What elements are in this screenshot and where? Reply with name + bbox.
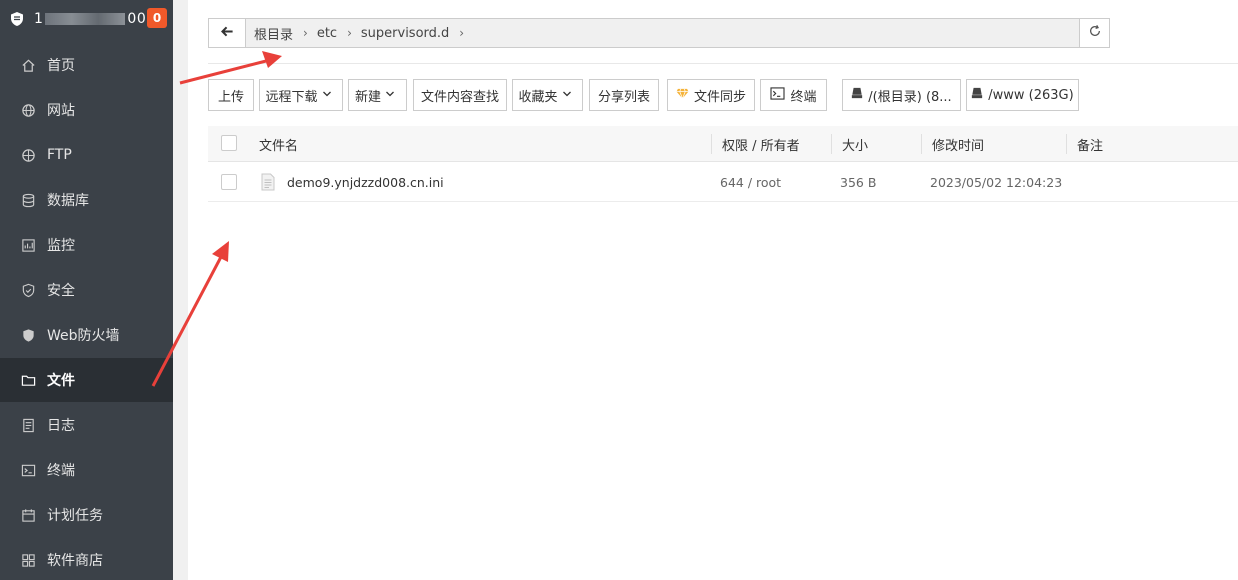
store-icon: [20, 552, 36, 568]
column-header-note[interactable]: 备注: [1077, 126, 1103, 162]
upload-button[interactable]: 上传: [208, 79, 254, 111]
disk-icon: [971, 87, 988, 103]
chevron-down-icon: [562, 88, 577, 103]
globe-icon: [20, 102, 36, 118]
sidebar-item-label: 首页: [47, 58, 75, 74]
redacted-ip: [45, 12, 126, 25]
log-icon: [20, 417, 36, 433]
sidebar-header: 1 00 0: [0, 0, 173, 37]
folder-icon: [20, 372, 36, 388]
sidebar-item-label: 文件: [47, 373, 75, 389]
firewall-icon: [20, 327, 36, 343]
sidebar-item-ftp[interactable]: FTP: [0, 133, 173, 177]
sidebar-item-label: 软件商店: [47, 553, 103, 569]
select-all-checkbox[interactable]: [221, 135, 237, 151]
table-header: 文件名 权限 / 所有者 大小 修改时间 备注: [208, 126, 1238, 162]
column-divider: [711, 134, 712, 154]
sidebar: 1 00 0 首页 网站 FTP 数据库 监控 安全 Web防火墙 文件 日志 终…: [0, 0, 173, 580]
sidebar-item-home[interactable]: 首页: [0, 43, 173, 87]
calendar-icon: [20, 507, 36, 523]
sidebar-item-files[interactable]: 文件: [0, 358, 173, 402]
sidebar-item-store[interactable]: 软件商店: [0, 538, 173, 580]
disk-icon: [851, 87, 868, 103]
column-divider: [831, 134, 832, 154]
file-manager-panel: 根目录 › etc › supervisord.d › 上传 远程下载 新建 文…: [188, 0, 1238, 580]
terminal-icon: [770, 86, 790, 104]
file-icon: [261, 162, 275, 202]
server-name: 1 00: [34, 10, 147, 27]
remote-download-button[interactable]: 远程下载: [259, 79, 343, 111]
chevron-right-icon: ›: [459, 26, 465, 40]
column-header-name[interactable]: 文件名: [259, 126, 298, 162]
ftp-icon: [20, 147, 36, 163]
sidebar-item-label: 计划任务: [47, 508, 103, 524]
sidebar-item-label: Web防火墙: [47, 328, 120, 344]
refresh-icon: [1088, 24, 1102, 42]
column-header-mtime[interactable]: 修改时间: [932, 126, 984, 162]
arrow-left-icon: [220, 25, 234, 42]
chevron-down-icon: [322, 88, 337, 103]
column-divider: [921, 134, 922, 154]
file-size: 356 B: [840, 174, 877, 190]
database-icon: [20, 192, 36, 208]
breadcrumb-supervisord[interactable]: supervisord.d: [361, 26, 449, 41]
path-bar: 根目录 › etc › supervisord.d ›: [208, 18, 1110, 48]
favorites-button[interactable]: 收藏夹: [512, 79, 583, 111]
row-checkbox[interactable]: [221, 174, 237, 190]
terminal-icon: [20, 462, 36, 478]
column-header-size[interactable]: 大小: [842, 126, 868, 162]
share-list-button[interactable]: 分享列表: [589, 79, 659, 111]
disk-www-button[interactable]: /www (263G): [966, 79, 1079, 111]
sidebar-item-waf[interactable]: Web防火墙: [0, 313, 173, 357]
home-icon: [20, 57, 36, 73]
sidebar-item-label: 终端: [47, 463, 75, 479]
diamond-icon: [676, 88, 694, 103]
sidebar-item-logs[interactable]: 日志: [0, 403, 173, 447]
shield-logo-icon: [8, 10, 26, 28]
sidebar-item-cron[interactable]: 计划任务: [0, 493, 173, 537]
disk-root-button[interactable]: /(根目录) (8...: [842, 79, 961, 111]
sidebar-item-website[interactable]: 网站: [0, 88, 173, 132]
content-search-button[interactable]: 文件内容查找: [413, 79, 507, 111]
chevron-right-icon: ›: [347, 26, 352, 40]
breadcrumb-etc[interactable]: etc: [317, 26, 337, 41]
terminal-button[interactable]: 终端: [760, 79, 827, 111]
file-sync-button[interactable]: 文件同步: [667, 79, 755, 111]
file-permission[interactable]: 644 / root: [720, 162, 781, 202]
sidebar-item-label: FTP: [47, 147, 72, 163]
new-button[interactable]: 新建: [348, 79, 407, 111]
sidebar-item-database[interactable]: 数据库: [0, 178, 173, 222]
column-header-permission[interactable]: 权限 / 所有者: [722, 126, 800, 162]
file-name[interactable]: demo9.ynjdzzd008.cn.ini: [287, 162, 444, 202]
breadcrumb: 根目录 › etc › supervisord.d ›: [246, 19, 1079, 47]
chevron-right-icon: ›: [303, 26, 308, 40]
table-row[interactable]: demo9.ynjdzzd008.cn.ini 644 / root 356 B…: [208, 162, 1238, 202]
refresh-button[interactable]: [1079, 19, 1109, 47]
chevron-down-icon: [385, 88, 400, 103]
monitor-icon: [20, 237, 36, 253]
sidebar-item-label: 数据库: [47, 193, 89, 209]
sidebar-item-label: 安全: [47, 283, 75, 299]
divider: [208, 63, 1238, 64]
notification-badge[interactable]: 0: [147, 8, 167, 28]
sidebar-item-security[interactable]: 安全: [0, 268, 173, 312]
back-button[interactable]: [209, 19, 246, 47]
file-mtime: 2023/05/02 12:04:23: [930, 174, 1063, 190]
sidebar-item-label: 日志: [47, 418, 75, 434]
shield-icon: [20, 282, 36, 298]
sidebar-item-monitor[interactable]: 监控: [0, 223, 173, 267]
column-divider: [1066, 134, 1067, 154]
sidebar-item-label: 网站: [47, 103, 75, 119]
sidebar-item-terminal[interactable]: 终端: [0, 448, 173, 492]
sidebar-item-label: 监控: [47, 238, 75, 254]
breadcrumb-root[interactable]: 根目录: [254, 24, 293, 43]
